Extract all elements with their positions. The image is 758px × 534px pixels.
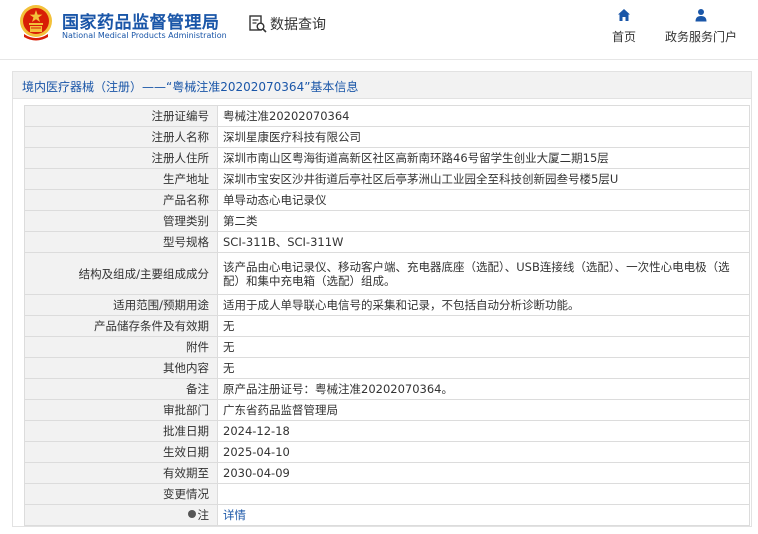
table-row: 注详情 bbox=[24, 504, 750, 526]
field-value bbox=[217, 483, 750, 505]
field-label: 管理类别 bbox=[24, 210, 218, 232]
table-row: 型号规格 SCI-311B、SCI-311W bbox=[24, 231, 750, 253]
table-row: 有效期至 2030-04-09 bbox=[24, 462, 750, 484]
table-row: 注册人名称 深圳星康医疗科技有限公司 bbox=[24, 126, 750, 148]
table-row: 注册人住所 深圳市南山区粤海街道高新区社区高新南环路46号留学生创业大厦二期15层 bbox=[24, 147, 750, 169]
note-pin-icon bbox=[187, 510, 196, 518]
site-title: 国家药品监督管理局 bbox=[62, 13, 220, 33]
breadcrumb: 境内医疗器械（注册）——“粤械注准20202070364”基本信息 bbox=[12, 71, 752, 99]
detail-panel: 注册证编号 粤械注准20202070364 注册人名称 深圳星康医疗科技有限公司 注册人… bbox=[12, 99, 752, 527]
field-value: 深圳市南山区粤海街道高新区社区高新南环路46号留学生创业大厦二期15层 bbox=[217, 147, 750, 169]
field-value: 2024-12-18 bbox=[217, 420, 750, 442]
table-row: 管理类别 第二类 bbox=[24, 210, 750, 232]
national-emblem-icon bbox=[20, 5, 52, 41]
field-label: 备注 bbox=[24, 378, 218, 400]
field-value: 详情 bbox=[217, 504, 750, 526]
field-value: 无 bbox=[217, 315, 750, 337]
details-link[interactable]: 详情 bbox=[223, 508, 246, 522]
data-query-label: 数据查询 bbox=[270, 17, 326, 33]
field-label: 注册证编号 bbox=[24, 105, 218, 127]
field-label-text: 注 bbox=[197, 508, 210, 522]
nav-service-portal[interactable]: 政务服务门户 bbox=[656, 8, 746, 45]
field-label: 注 bbox=[24, 504, 218, 526]
field-value: 单导动态心电记录仪 bbox=[217, 189, 750, 211]
site-subtitle: National Medical Products Administration bbox=[62, 31, 227, 40]
field-value: 2030-04-09 bbox=[217, 462, 750, 484]
table-row: 结构及组成/主要组成成分 该产品由心电记录仪、移动客户端、充电器底座（选配）、US… bbox=[24, 252, 750, 295]
field-label: 结构及组成/主要组成成分 bbox=[24, 252, 218, 295]
field-label: 其他内容 bbox=[24, 357, 218, 379]
field-label: 注册人名称 bbox=[24, 126, 218, 148]
table-row: 其他内容无 bbox=[24, 357, 750, 379]
table-row: 审批部门 广东省药品监督管理局 bbox=[24, 399, 750, 421]
field-value: 深圳星康医疗科技有限公司 bbox=[217, 126, 750, 148]
table-row: 附件无 bbox=[24, 336, 750, 358]
table-row: 产品储存条件及有效期无 bbox=[24, 315, 750, 337]
table-row: 适用范围/预期用途 适用于成人单导联心电信号的采集和记录，不包括自动分析诊断功能。 bbox=[24, 294, 750, 316]
field-label: 注册人住所 bbox=[24, 147, 218, 169]
field-value: 无 bbox=[217, 336, 750, 358]
detail-table: 注册证编号 粤械注准20202070364 注册人名称 深圳星康医疗科技有限公司 注册人… bbox=[24, 105, 750, 526]
data-query-link[interactable]: 数据查询 bbox=[248, 14, 326, 34]
field-value: 第二类 bbox=[217, 210, 750, 232]
table-row: 批准日期 2024-12-18 bbox=[24, 420, 750, 442]
field-label: 生效日期 bbox=[24, 441, 218, 463]
breadcrumb-text: 境内医疗器械（注册）——“粤械注准20202070364”基本信息 bbox=[22, 80, 359, 94]
table-row: 生效日期 2025-04-10 bbox=[24, 441, 750, 463]
field-label: 附件 bbox=[24, 336, 218, 358]
table-row: 备注 原产品注册证号：粤械注准20202070364。 bbox=[24, 378, 750, 400]
field-label: 有效期至 bbox=[24, 462, 218, 484]
site-header: 国家药品监督管理局 National Medical Products Admi… bbox=[0, 0, 758, 60]
field-label: 生产地址 bbox=[24, 168, 218, 190]
header-divider bbox=[0, 59, 758, 60]
user-icon bbox=[695, 9, 707, 22]
field-value: 适用于成人单导联心电信号的采集和记录，不包括自动分析诊断功能。 bbox=[217, 294, 750, 316]
table-row: 变更情况 bbox=[24, 483, 750, 505]
table-row: 产品名称 单导动态心电记录仪 bbox=[24, 189, 750, 211]
nav-home-label: 首页 bbox=[611, 30, 636, 44]
field-value: 该产品由心电记录仪、移动客户端、充电器底座（选配）、USB连接线（选配）、一次性… bbox=[217, 252, 750, 295]
field-value: 原产品注册证号：粤械注准20202070364。 bbox=[217, 378, 750, 400]
field-label: 变更情况 bbox=[24, 483, 218, 505]
field-value: 深圳市宝安区沙井街道后亭社区后亭茅洲山工业园全至科技创新园叁号楼5层U bbox=[217, 168, 750, 190]
table-row: 注册证编号 粤械注准20202070364 bbox=[24, 105, 750, 127]
field-label: 型号规格 bbox=[24, 231, 218, 253]
field-value: 广东省药品监督管理局 bbox=[217, 399, 750, 421]
home-icon bbox=[618, 9, 630, 21]
table-row: 生产地址 深圳市宝安区沙井街道后亭社区后亭茅洲山工业园全至科技创新园叁号楼5层U bbox=[24, 168, 750, 190]
field-value: 2025-04-10 bbox=[217, 441, 750, 463]
field-label: 批准日期 bbox=[24, 420, 218, 442]
nav-service-portal-label: 政务服务门户 bbox=[664, 30, 737, 44]
field-value: 粤械注准20202070364 bbox=[217, 105, 750, 127]
field-value: 无 bbox=[217, 357, 750, 379]
data-query-icon bbox=[249, 15, 267, 33]
field-label: 产品名称 bbox=[24, 189, 218, 211]
field-value: SCI-311B、SCI-311W bbox=[217, 231, 750, 253]
field-label: 产品储存条件及有效期 bbox=[24, 315, 218, 337]
field-label: 适用范围/预期用途 bbox=[24, 294, 218, 316]
field-label: 审批部门 bbox=[24, 399, 218, 421]
